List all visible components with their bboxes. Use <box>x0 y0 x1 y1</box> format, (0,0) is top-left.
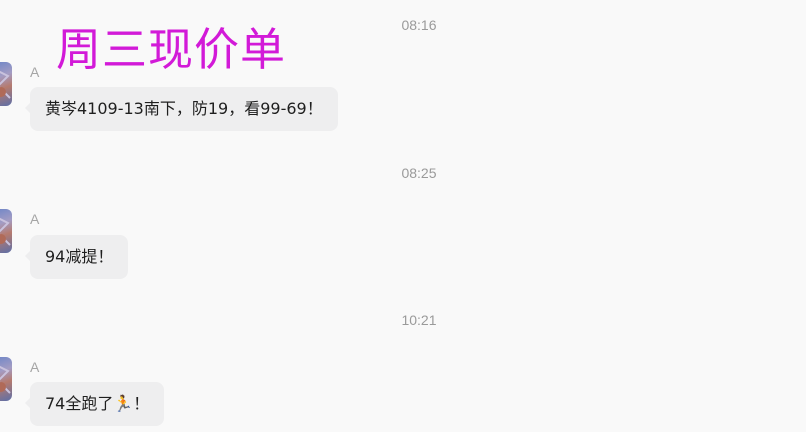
sender-name: A <box>30 64 40 80</box>
message-timestamp: 08:25 <box>401 165 437 181</box>
avatar[interactable] <box>0 357 12 401</box>
message-timestamp: 08:16 <box>401 17 437 33</box>
avatar[interactable] <box>0 209 12 253</box>
message-bubble[interactable]: 74全跑了🏃！ <box>24 382 165 426</box>
message-bubble[interactable]: 94减提！ <box>24 235 129 279</box>
sender-name: A <box>30 359 40 375</box>
message-bubble[interactable]: 黄岑4109-13南下，防19，看99-69！ <box>25 87 338 131</box>
sender-name: A <box>30 211 40 227</box>
message-timestamp: 10:21 <box>401 312 437 328</box>
avatar[interactable] <box>0 62 12 106</box>
